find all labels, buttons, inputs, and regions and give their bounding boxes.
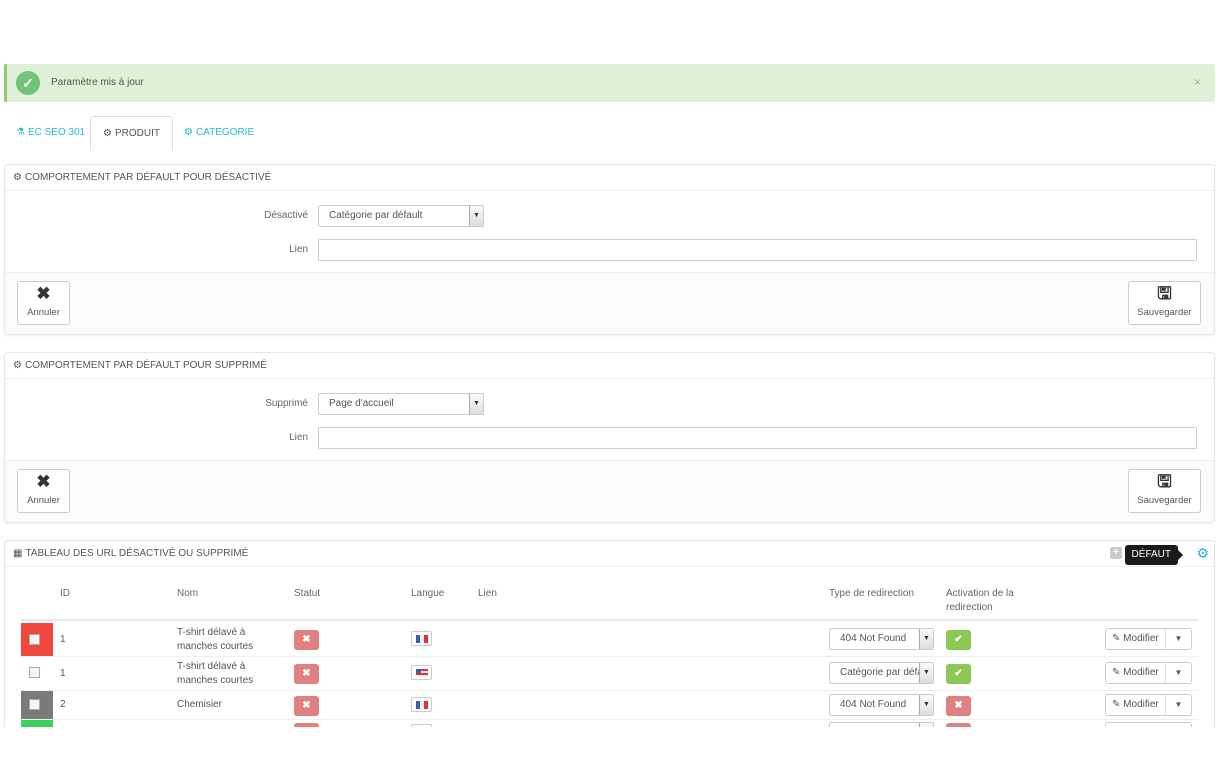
floppy-disk-icon: 🖫 bbox=[1157, 284, 1172, 303]
save-button[interactable]: 🖫 Sauvegarder bbox=[1128, 281, 1201, 325]
flag-us-icon bbox=[411, 665, 432, 680]
row-name: Chemisier bbox=[177, 699, 223, 710]
close-icon[interactable]: × bbox=[1194, 75, 1201, 89]
floppy-disk-icon: 🖫 bbox=[1157, 472, 1172, 491]
cogs-icon: ⚙ bbox=[184, 127, 193, 138]
table-row: 1 T-shirt délavé à manches courtes ✖ 404… bbox=[21, 623, 1198, 657]
row-id: 1 bbox=[60, 634, 66, 645]
redirect-type-select[interactable]: Catégorie par défault ▼ bbox=[829, 662, 934, 684]
row-checkbox[interactable] bbox=[29, 667, 40, 678]
edit-button[interactable]: ✎ Modifier ▼ bbox=[1105, 694, 1192, 716]
row-id: 2 bbox=[60, 699, 66, 710]
form-row-link: Lien bbox=[5, 427, 1214, 451]
cogs-icon[interactable]: ⚙ bbox=[1196, 545, 1209, 562]
status-disabled-icon[interactable]: ✖ bbox=[294, 696, 319, 716]
column-langue[interactable]: Langue bbox=[411, 587, 444, 601]
pencil-icon: ✎ bbox=[1112, 699, 1121, 710]
row-id: 1 bbox=[60, 668, 66, 679]
flask-icon: ⚗ bbox=[16, 127, 25, 138]
add-icon[interactable]: + bbox=[1110, 547, 1122, 559]
table-icon: ▦ bbox=[13, 548, 23, 559]
chevron-down-icon: ▼ bbox=[919, 695, 933, 715]
table-row: 1 T-shirt délavé à manches courtes ✖ Cat… bbox=[21, 657, 1198, 691]
panel-footer: ✖ Annuler 🖫 Sauvegarder bbox=[5, 460, 1214, 522]
row-checkbox[interactable] bbox=[29, 634, 40, 645]
cogs-icon: ⚙ bbox=[13, 360, 22, 371]
check-icon[interactable]: ✔ bbox=[946, 630, 971, 650]
status-disabled-icon[interactable]: ✖ bbox=[294, 630, 319, 650]
column-statut[interactable]: Statut bbox=[294, 587, 320, 601]
chevron-down-icon: ▼ bbox=[919, 663, 933, 683]
tab-ec-seo-301[interactable]: ⚗ EC SEO 301 bbox=[4, 116, 97, 151]
flag-fr-icon bbox=[411, 697, 432, 712]
row-name: T-shirt délavé à manches courtes bbox=[177, 661, 254, 686]
panel-url-table: ▦ TABLEAU DES URL DÉSACTIVÉ OU SUPPRIMÉ +… bbox=[4, 540, 1215, 750]
column-redirect-type[interactable]: Type de redirection bbox=[829, 587, 914, 601]
row-checkbox[interactable] bbox=[29, 699, 40, 710]
cancel-button[interactable]: ✖ Annuler bbox=[17, 281, 70, 325]
redirect-type-select[interactable]: 404 Not Found ▼ bbox=[829, 628, 934, 650]
cogs-icon: ⚙ bbox=[13, 172, 22, 183]
deleted-select[interactable]: Page d'accueil ▼ bbox=[318, 393, 484, 415]
edit-button[interactable]: ✎ Modifier ▼ bbox=[1105, 628, 1192, 650]
close-icon: ✖ bbox=[36, 284, 51, 303]
chevron-down-icon: ▼ bbox=[469, 206, 483, 226]
redirect-type-select[interactable]: 404 Not Found ▼ bbox=[829, 694, 934, 716]
status-disabled-icon[interactable]: ✖ bbox=[294, 664, 319, 684]
chevron-down-icon: ▼ bbox=[919, 629, 933, 649]
close-icon: ✖ bbox=[36, 472, 51, 491]
panel-heading: ▦ TABLEAU DES URL DÉSACTIVÉ OU SUPPRIMÉ bbox=[5, 541, 1214, 567]
column-nom[interactable]: Nom bbox=[177, 587, 198, 601]
panel-default-disabled: ⚙ COMPORTEMENT PAR DÉFAULT POUR DÉSACTIVÉ… bbox=[4, 164, 1215, 335]
cancel-button[interactable]: ✖ Annuler bbox=[17, 469, 70, 513]
caret-down-icon[interactable]: ▼ bbox=[1165, 695, 1191, 715]
panel-default-deleted: ⚙ COMPORTEMENT PAR DÉFAULT POUR SUPPRIMÉ … bbox=[4, 352, 1215, 523]
form-row-link: Lien bbox=[5, 239, 1214, 263]
form-row-deleted: Supprimé Page d'accueil ▼ bbox=[5, 393, 1214, 417]
flag-fr-icon bbox=[411, 631, 432, 646]
tooltip: DÉFAUT bbox=[1124, 545, 1184, 565]
save-button[interactable]: 🖫 Sauvegarder bbox=[1128, 469, 1201, 513]
caret-down-icon[interactable]: ▼ bbox=[1165, 629, 1191, 649]
alert-message: Paramètre mis à jour bbox=[51, 77, 144, 88]
deleted-label: Supprimé bbox=[265, 398, 308, 409]
column-redirect-activation[interactable]: Activation de la redirection bbox=[946, 587, 1036, 615]
chevron-down-icon: ▼ bbox=[469, 394, 483, 414]
link-input[interactable] bbox=[318, 427, 1197, 449]
pencil-icon: ✎ bbox=[1112, 633, 1121, 644]
edit-button[interactable]: ✎ Modifier ▼ bbox=[1105, 662, 1192, 684]
panel-footer: ✖ Annuler 🖫 Sauvegarder bbox=[5, 272, 1214, 334]
disabled-label: Désactivé bbox=[264, 210, 308, 221]
table-row: 2 Chemisier ✖ 404 Not Found ▼ ✖ ✎ Modifie… bbox=[21, 691, 1198, 720]
column-id[interactable]: ID bbox=[60, 587, 70, 601]
disabled-select[interactable]: Catégorie par défault ▼ bbox=[318, 205, 484, 227]
caret-down-icon[interactable]: ▼ bbox=[1165, 663, 1191, 683]
link-input[interactable] bbox=[318, 239, 1197, 261]
pencil-icon: ✎ bbox=[1112, 667, 1121, 678]
row-name: T-shirt délavé à manches courtes bbox=[177, 627, 254, 652]
page-cutoff bbox=[0, 727, 1220, 780]
success-alert: ✓ Paramètre mis à jour × bbox=[4, 64, 1215, 102]
table-header: ID Nom Statut Langue Lien Type de redire… bbox=[21, 577, 1198, 621]
panel-heading: ⚙ COMPORTEMENT PAR DÉFAULT POUR SUPPRIMÉ bbox=[5, 353, 1214, 379]
form-row-disabled: Désactivé Catégorie par défault ▼ bbox=[5, 205, 1214, 229]
cogs-icon: ⚙ bbox=[103, 128, 112, 139]
tab-produit[interactable]: ⚙ PRODUIT bbox=[90, 116, 173, 151]
check-icon[interactable]: ✔ bbox=[946, 664, 971, 684]
link-label: Lien bbox=[289, 432, 308, 443]
link-label: Lien bbox=[289, 244, 308, 255]
tab-categorie[interactable]: ⚙ CATEGORIE bbox=[172, 116, 266, 151]
check-circle-icon: ✓ bbox=[16, 71, 40, 95]
status-inactive-icon[interactable]: ✖ bbox=[946, 696, 971, 716]
panel-heading: ⚙ COMPORTEMENT PAR DÉFAULT POUR DÉSACTIVÉ bbox=[5, 165, 1214, 191]
column-lien[interactable]: Lien bbox=[478, 587, 497, 601]
